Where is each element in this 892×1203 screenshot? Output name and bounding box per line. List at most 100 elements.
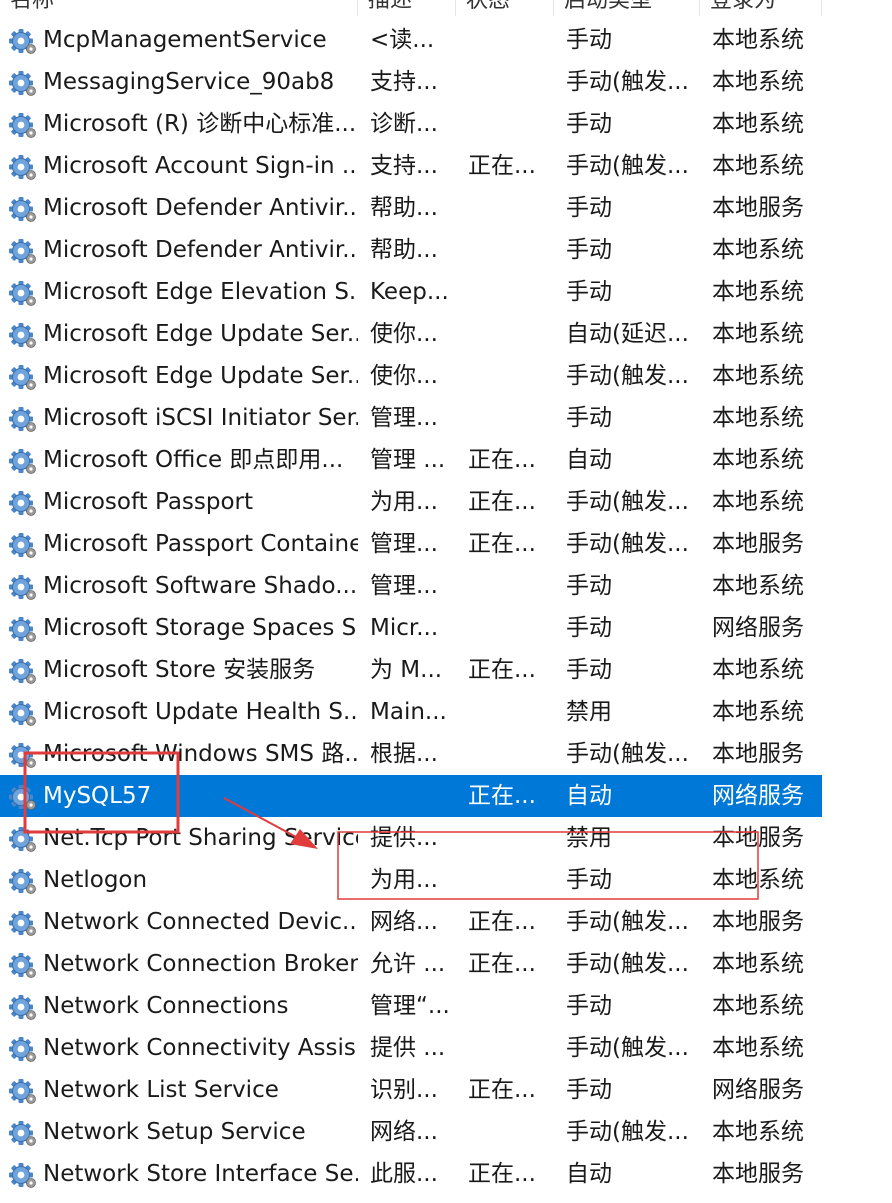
service-row[interactable]: Microsoft Windows SMS 路... 根据... 手动(触发... 本… (0, 733, 822, 775)
service-startup-type: 自动 (566, 447, 612, 473)
service-row[interactable]: MySQL57 正在... 自动 网络服务 (0, 775, 822, 817)
gear-icon (4, 1161, 38, 1189)
service-name: Microsoft Office 即点即用... (43, 447, 344, 473)
service-row[interactable]: Network List Service 识别... 正在... 手动 网络服务 (0, 1069, 822, 1111)
gear-icon (4, 1035, 38, 1063)
service-startup-type: 手动(触发... (566, 741, 689, 767)
service-logon-as: 网络服务 (712, 783, 804, 809)
service-row[interactable]: Microsoft Office 即点即用... 管理 ... 正在... 自动 本地系… (0, 439, 822, 481)
service-name: Microsoft Storage Spaces S... (43, 615, 358, 641)
service-logon-as: 本地系统 (712, 27, 804, 53)
service-description: 此服... (370, 1161, 438, 1187)
service-logon-as: 本地系统 (712, 405, 804, 431)
service-logon-as: 网络服务 (712, 615, 804, 641)
service-startup-type: 手动 (566, 111, 612, 137)
service-status: 正在... (468, 153, 536, 179)
service-name: Network Connection Broker (43, 951, 358, 977)
service-description: 管理“... (370, 993, 450, 1019)
service-logon-as: 本地系统 (712, 69, 804, 95)
service-description: 使你... (370, 363, 438, 389)
service-logon-as: 本地服务 (712, 195, 804, 221)
service-name: Netlogon (43, 867, 148, 893)
service-logon-as: 本地系统 (712, 489, 804, 515)
service-logon-as: 本地服务 (712, 741, 804, 767)
service-description: 网络... (370, 1119, 438, 1145)
service-description: 提供... (370, 825, 438, 851)
column-header-logon-as[interactable]: 登录为 (700, 0, 822, 16)
service-status: 正在... (468, 1077, 536, 1103)
service-description: Keep... (370, 279, 449, 305)
service-startup-type: 手动(触发... (566, 489, 689, 515)
service-row[interactable]: Microsoft iSCSI Initiator Ser... 管理... 手动 本… (0, 397, 822, 439)
gear-icon (4, 783, 38, 811)
service-startup-type: 手动 (566, 279, 612, 305)
service-startup-type: 手动 (566, 1077, 612, 1103)
service-row[interactable]: Microsoft (R) 诊断中心标准... 诊断... 手动 本地系统 (0, 103, 822, 145)
service-description: 识别... (370, 1077, 438, 1103)
service-name: MySQL57 (43, 783, 152, 809)
service-description: 为用... (370, 867, 438, 893)
service-name: Microsoft Windows SMS 路... (43, 741, 358, 767)
service-logon-as: 本地系统 (712, 951, 804, 977)
service-name: Network Connected Devic... (43, 909, 358, 935)
service-startup-type: 手动(触发... (566, 909, 689, 935)
service-row[interactable]: Microsoft Store 安装服务 为 M... 正在... 手动 本地系统 (0, 649, 822, 691)
service-name: Microsoft Edge Update Ser... (43, 363, 358, 389)
service-row[interactable]: Microsoft Software Shado... 管理... 手动 本地系统 (0, 565, 822, 607)
service-row[interactable]: Net.Tcp Port Sharing Service 提供... 禁用 本地服务 (0, 817, 822, 859)
service-startup-type: 禁用 (566, 699, 612, 725)
service-row[interactable]: Network Connectivity Assis... 提供 ... 手动(触发… (0, 1027, 822, 1069)
service-name: Microsoft Edge Elevation S... (43, 279, 358, 305)
service-logon-as: 本地系统 (712, 573, 804, 599)
column-header-startup-type[interactable]: 启动类型 (554, 0, 700, 16)
service-description: 支持... (370, 153, 438, 179)
service-startup-type: 自动 (566, 783, 612, 809)
service-row[interactable]: Microsoft Defender Antivir... 帮助... 手动 本地服务 (0, 187, 822, 229)
service-logon-as: 本地系统 (712, 279, 804, 305)
service-row[interactable]: Microsoft Passport 为用... 正在... 手动(触发... 本地系统 (0, 481, 822, 523)
service-logon-as: 本地服务 (712, 1161, 804, 1187)
service-name: MessagingService_90ab8 (43, 69, 335, 95)
column-header-status[interactable]: 状态 (456, 0, 554, 16)
service-startup-type: 自动 (566, 1161, 612, 1187)
gear-icon (4, 741, 38, 769)
service-row[interactable]: Network Store Interface Se... 此服... 正在... 自… (0, 1153, 822, 1195)
service-row[interactable]: Microsoft Edge Elevation S... Keep... 手动 本地… (0, 271, 822, 313)
service-logon-as: 本地服务 (712, 909, 804, 935)
service-row[interactable]: McpManagementService <读... 手动 本地系统 (0, 19, 822, 61)
gear-icon (4, 321, 38, 349)
service-logon-as: 本地系统 (712, 111, 804, 137)
service-row[interactable]: Microsoft Passport Container 管理... 正在... 手动… (0, 523, 822, 565)
service-row[interactable]: Microsoft Update Health S... Main... 禁用 本地系… (0, 691, 822, 733)
service-row[interactable]: Microsoft Edge Update Ser... 使你... 手动(触发..… (0, 355, 822, 397)
service-startup-type: 手动(触发... (566, 1035, 689, 1061)
service-logon-as: 本地系统 (712, 237, 804, 263)
service-startup-type: 手动(触发... (566, 1119, 689, 1145)
service-startup-type: 手动(触发... (566, 951, 689, 977)
service-row[interactable]: Microsoft Defender Antivir... 帮助... 手动 本地系统 (0, 229, 822, 271)
gear-icon (4, 69, 38, 97)
service-row[interactable]: Network Connected Devic... 网络... 正在... 手动(触… (0, 901, 822, 943)
column-header-description[interactable]: 描述 (358, 0, 456, 16)
service-row[interactable]: Network Connection Broker 允许 ... 正在... 手动(触… (0, 943, 822, 985)
service-row[interactable]: Microsoft Edge Update Ser... 使你... 自动(延迟..… (0, 313, 822, 355)
service-status: 正在... (468, 783, 536, 809)
service-startup-type: 手动(触发... (566, 363, 689, 389)
column-header-name[interactable]: 名称 (0, 0, 358, 16)
service-status: 正在... (468, 489, 536, 515)
service-startup-type: 手动(触发... (566, 531, 689, 557)
service-startup-type: 禁用 (566, 825, 612, 851)
service-logon-as: 本地服务 (712, 825, 804, 851)
service-row[interactable]: Netlogon 为用... 手动 本地系统 (0, 859, 822, 901)
service-name: Network List Service (43, 1077, 279, 1103)
gear-icon (4, 27, 38, 55)
gear-icon (4, 237, 38, 265)
service-row[interactable]: Microsoft Storage Spaces S... Micr... 手动 网络… (0, 607, 822, 649)
service-row[interactable]: Network Setup Service 网络... 手动(触发... 本地系统 (0, 1111, 822, 1153)
service-status: 正在... (468, 531, 536, 557)
service-name: Microsoft Account Sign-in ... (43, 153, 358, 179)
service-row[interactable]: MessagingService_90ab8 支持... 手动(触发... 本地系统 (0, 61, 822, 103)
service-row[interactable]: Network Connections 管理“... 手动 本地系统 (0, 985, 822, 1027)
service-row[interactable]: Microsoft Account Sign-in ... 支持... 正在... 手… (0, 145, 822, 187)
service-startup-type: 手动(触发... (566, 153, 689, 179)
